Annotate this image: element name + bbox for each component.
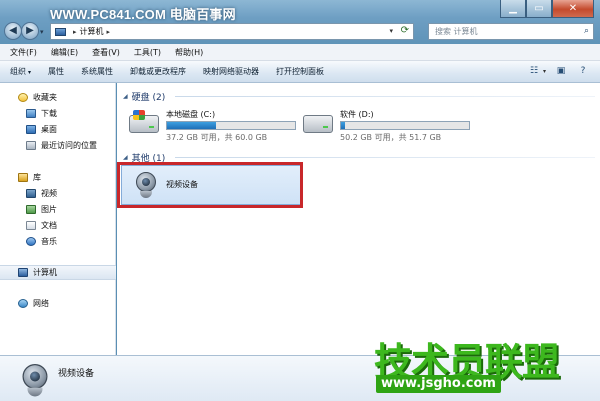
sidebar-item-label: 文档 bbox=[41, 221, 57, 230]
library-icon bbox=[18, 173, 28, 182]
sidebar-item-label: 视频 bbox=[41, 189, 57, 198]
pictures-library-icon bbox=[26, 205, 36, 214]
uninstall-program-button[interactable]: 卸载或更改程序 bbox=[130, 66, 186, 77]
drive-usage-bar bbox=[340, 121, 470, 130]
sidebar-item-music[interactable]: 音乐 bbox=[0, 235, 116, 248]
view-mode-dropdown-icon[interactable]: ▾ bbox=[543, 68, 546, 75]
search-input[interactable]: 搜索 计算机 ⌕ bbox=[428, 23, 594, 40]
properties-button[interactable]: 属性 bbox=[48, 66, 64, 77]
window-controls: ▁ ▭ ✕ bbox=[500, 0, 594, 18]
forward-button[interactable]: ▶ bbox=[21, 22, 39, 40]
documents-library-icon bbox=[26, 221, 36, 230]
sidebar-item-recent-places[interactable]: 最近访问的位置 bbox=[0, 139, 116, 152]
collapse-triangle-icon[interactable]: ◢ bbox=[123, 93, 128, 100]
drive-led bbox=[149, 126, 154, 128]
sidebar-item-desktop[interactable]: 桌面 bbox=[0, 123, 116, 136]
breadcrumb-separator-icon[interactable]: ▸ bbox=[73, 28, 77, 36]
command-bar: 组织 ▾ 属性 系统属性 卸载或更改程序 映射网络驱动器 打开控制面板 ☷ ▾ ▣… bbox=[0, 61, 600, 83]
network-icon bbox=[18, 299, 28, 308]
group-divider bbox=[175, 157, 595, 158]
sidebar-item-label: 桌面 bbox=[41, 125, 57, 134]
navigation-bar: ◀ ▶ ▾ ▸ 计算机 ▸ ▾ ⟳ 搜索 计算机 ⌕ bbox=[0, 20, 600, 44]
sidebar-item-downloads[interactable]: 下载 bbox=[0, 107, 116, 120]
webcam-icon bbox=[20, 364, 50, 397]
group-divider bbox=[175, 96, 595, 97]
address-dropdown-icon[interactable]: ▾ bbox=[389, 27, 393, 35]
sidebar-item-label: 下载 bbox=[41, 109, 57, 118]
sidebar-item-network[interactable]: 网络 bbox=[0, 297, 116, 310]
hard-drive-icon bbox=[303, 115, 333, 133]
sidebar-item-favorites[interactable]: 收藏夹 bbox=[0, 91, 116, 104]
sidebar-item-videos[interactable]: 视频 bbox=[0, 187, 116, 200]
map-network-drive-button[interactable]: 映射网络驱动器 bbox=[203, 66, 259, 77]
site-logo-watermark: 技术员联盟 www.jsgho.com bbox=[374, 331, 596, 397]
search-icon[interactable]: ⌕ bbox=[584, 26, 589, 36]
computer-icon bbox=[55, 27, 66, 36]
sidebar-item-label: 音乐 bbox=[41, 237, 57, 246]
help-icon[interactable]: ? bbox=[576, 64, 590, 78]
downloads-folder-icon bbox=[26, 109, 36, 118]
drive-d[interactable]: 软件 (D:) 50.2 GB 可用，共 51.7 GB bbox=[303, 109, 493, 145]
drive-usage-fill bbox=[341, 122, 345, 129]
system-properties-button[interactable]: 系统属性 bbox=[81, 66, 113, 77]
navigation-pane: 收藏夹 下载 桌面 最近访问的位置 库 视频 图片 文档 音乐 计算机 网络 bbox=[0, 83, 116, 355]
group-header-hard-disks[interactable]: ◢ 硬盘 (2) bbox=[123, 90, 165, 103]
search-placeholder: 搜索 计算机 bbox=[435, 27, 478, 36]
chevron-down-icon: ▾ bbox=[28, 69, 32, 76]
menu-view[interactable]: 查看(V) bbox=[92, 47, 120, 58]
watermark-url: www.jsgho.com bbox=[376, 375, 501, 393]
windows-logo-icon bbox=[133, 110, 145, 120]
organize-label: 组织 bbox=[10, 67, 26, 76]
collapse-triangle-icon[interactable]: ◢ bbox=[123, 154, 128, 161]
address-bar[interactable]: ▸ 计算机 ▸ ▾ ⟳ bbox=[50, 23, 414, 40]
sidebar-item-libraries[interactable]: 库 bbox=[0, 171, 116, 184]
close-button[interactable]: ✕ bbox=[552, 0, 594, 18]
video-library-icon bbox=[26, 189, 36, 198]
sidebar-item-label: 计算机 bbox=[33, 268, 57, 277]
recent-places-icon bbox=[26, 141, 36, 150]
sidebar-item-computer[interactable]: 计算机 bbox=[0, 265, 116, 280]
annotation-highlight-box bbox=[117, 162, 303, 208]
sidebar-item-documents[interactable]: 文档 bbox=[0, 219, 116, 232]
menu-edit[interactable]: 编辑(E) bbox=[51, 47, 78, 58]
computer-icon bbox=[18, 268, 28, 277]
back-button[interactable]: ◀ bbox=[4, 22, 22, 40]
minimize-button[interactable]: ▁ bbox=[500, 0, 526, 18]
star-icon bbox=[18, 93, 28, 102]
refresh-icon[interactable]: ⟳ bbox=[401, 25, 409, 36]
drive-name: 软件 (D:) bbox=[340, 110, 374, 119]
details-title: 视频设备 bbox=[58, 369, 95, 379]
menu-tools[interactable]: 工具(T) bbox=[134, 47, 161, 58]
preview-pane-icon[interactable]: ▣ bbox=[554, 64, 568, 78]
open-control-panel-button[interactable]: 打开控制面板 bbox=[276, 66, 324, 77]
drive-c[interactable]: 本地磁盘 (C:) 37.2 GB 可用，共 60.0 GB bbox=[129, 109, 319, 145]
drive-led bbox=[323, 126, 328, 128]
drive-space: 37.2 GB 可用，共 60.0 GB bbox=[166, 133, 268, 142]
sidebar-item-label: 网络 bbox=[33, 299, 49, 308]
sidebar-item-pictures[interactable]: 图片 bbox=[0, 203, 116, 216]
menu-help[interactable]: 帮助(H) bbox=[175, 47, 203, 58]
content-pane: ◢ 硬盘 (2) 本地磁盘 (C:) 37.2 GB 可用，共 60.0 GB … bbox=[117, 83, 600, 355]
menu-bar: 文件(F) 编辑(E) 查看(V) 工具(T) 帮助(H) bbox=[0, 44, 600, 61]
sidebar-item-label: 收藏夹 bbox=[33, 93, 57, 102]
sidebar-item-label: 库 bbox=[33, 173, 41, 182]
breadcrumb-computer[interactable]: 计算机 bbox=[80, 26, 104, 37]
drive-usage-bar bbox=[166, 121, 296, 130]
drive-space: 50.2 GB 可用，共 51.7 GB bbox=[340, 133, 442, 142]
breadcrumb-chevron-icon[interactable]: ▸ bbox=[107, 28, 111, 36]
view-mode-icon[interactable]: ☷ bbox=[527, 64, 541, 78]
sidebar-item-label: 图片 bbox=[41, 205, 57, 214]
maximize-button[interactable]: ▭ bbox=[526, 0, 552, 18]
organize-button[interactable]: 组织 ▾ bbox=[10, 66, 31, 77]
sidebar-item-label: 最近访问的位置 bbox=[41, 141, 97, 150]
menu-file[interactable]: 文件(F) bbox=[10, 47, 37, 58]
music-library-icon bbox=[26, 237, 36, 246]
drive-usage-fill bbox=[167, 122, 216, 129]
view-controls: ☷ ▾ ▣ ? bbox=[519, 64, 590, 78]
group-title: 硬盘 (2) bbox=[131, 93, 166, 103]
recent-pages-dropdown-icon[interactable]: ▾ bbox=[40, 28, 44, 36]
desktop-icon bbox=[26, 125, 36, 134]
drive-name: 本地磁盘 (C:) bbox=[166, 110, 216, 119]
system-drive-icon bbox=[129, 110, 159, 133]
